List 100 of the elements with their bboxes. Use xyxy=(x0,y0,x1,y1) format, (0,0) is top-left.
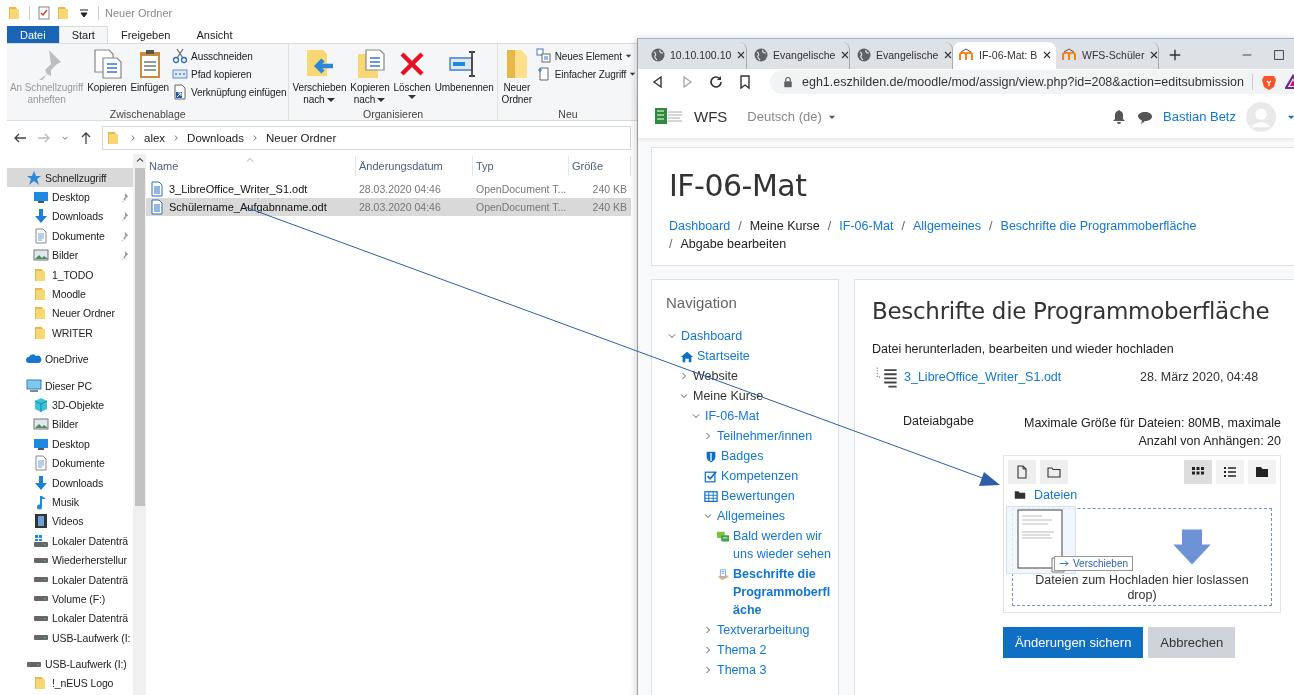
column-header[interactable]: Größe xyxy=(569,156,631,176)
reload-icon[interactable] xyxy=(708,74,724,91)
nav-link[interactable]: Badges xyxy=(721,447,834,465)
nav-link[interactable]: Kompetenzen xyxy=(721,467,834,485)
ribbon-button[interactable]: Pfad kopieren xyxy=(172,66,287,82)
file-row[interactable]: Schülername_Aufgabnname.odt 28.03.2020 04:46 OpenDocument T... 240 KB xyxy=(146,198,631,216)
browser-tab[interactable]: WFS-Schüler xyxy=(1056,41,1159,69)
nav-item[interactable]: Dokumente xyxy=(7,453,133,473)
nav-link[interactable]: Startseite xyxy=(697,347,834,365)
ribbon-button[interactable]: Neuer Ordner xyxy=(499,46,534,108)
ribbon-button[interactable]: Kopieren nach xyxy=(349,46,391,108)
column-header[interactable]: Name xyxy=(146,156,356,176)
ribbon-button[interactable]: Verknüpfung einfügen xyxy=(172,84,287,100)
nav-link[interactable]: Beschrifte die Programmoberfläche xyxy=(733,565,834,619)
path-segment[interactable]: Neuer Ordner xyxy=(266,131,337,144)
column-header[interactable]: Typ xyxy=(473,156,569,176)
view-toggle[interactable] xyxy=(1184,460,1212,484)
nav-item[interactable]: USB-Laufwerk (I:) xyxy=(7,654,133,674)
add-file-button[interactable] xyxy=(1008,460,1036,484)
nav-link[interactable]: Allgemeines xyxy=(717,507,834,525)
address-bar[interactable]: alex Downloads Neuer Ordner xyxy=(102,125,631,150)
cancel-button[interactable]: Abbrechen xyxy=(1148,627,1236,658)
new-tab-icon[interactable] xyxy=(1168,47,1182,62)
house-icon xyxy=(680,350,694,364)
url-field[interactable]: egh1.eszhilden.de/moodle/mod/assign/view.php?id=208&action=editsubmission xyxy=(770,70,1294,95)
ribbon-button[interactable]: Ausschneiden xyxy=(172,48,287,64)
browser-tab[interactable]: Evangelische xyxy=(747,41,850,69)
nav-item[interactable]: Wiederherstellur xyxy=(7,550,133,570)
ribbon-tab[interactable]: Ansicht xyxy=(183,26,246,43)
nav-item[interactable]: Desktop xyxy=(7,434,133,454)
nav-item[interactable]: Lokaler Datenträ xyxy=(7,531,133,551)
nav-item[interactable]: Moodle xyxy=(7,284,133,304)
nav-item[interactable]: Schnellzugriff xyxy=(7,168,133,188)
breadcrumb-link[interactable]: Dashboard xyxy=(669,219,731,233)
nav-item[interactable]: !_nEUS Logo xyxy=(7,673,133,694)
nav-item[interactable]: Lokaler Datenträ xyxy=(7,608,133,628)
view-toggle[interactable] xyxy=(1248,460,1276,484)
file-row[interactable]: 3_LibreOffice_Writer_S1.odt 28.03.2020 04:46 OpenDocument T... 240 KB xyxy=(146,180,631,198)
nav-link[interactable]: Teilnehmer/innen xyxy=(717,427,834,445)
nav-item[interactable]: Dieser PC xyxy=(7,375,133,396)
nav-item[interactable]: WRITER xyxy=(7,323,133,343)
nav-item[interactable]: OneDrive xyxy=(7,349,133,369)
scrollbar[interactable] xyxy=(133,154,146,695)
nav-item[interactable]: 3D-Objekte xyxy=(7,395,133,415)
ribbon-button[interactable]: Verschieben nach xyxy=(291,46,348,108)
properties-icon[interactable] xyxy=(36,5,52,21)
breadcrumb-link[interactable]: Beschrifte die Programmoberfläche xyxy=(1000,219,1197,233)
create-folder-button[interactable] xyxy=(1040,460,1068,484)
path-segment[interactable]: Downloads xyxy=(187,131,244,144)
nav-link[interactable]: Bald werden wir uns wieder sehen xyxy=(733,527,834,563)
ribbon-tab[interactable]: Freigeben xyxy=(107,26,184,43)
file-name: 3_LibreOffice_Writer_S1.odt xyxy=(169,183,308,195)
nav-item[interactable]: Neuer Ordner xyxy=(7,303,133,324)
maximize-icon[interactable] xyxy=(1272,47,1286,62)
column-header[interactable]: Änderungsdatum xyxy=(356,156,473,176)
computer-icon xyxy=(26,377,42,394)
nav-item[interactable]: Downloads xyxy=(7,472,133,493)
file-menu-tab[interactable]: Datei xyxy=(7,26,59,43)
ribbon-button[interactable]: Umbenennen xyxy=(433,46,495,96)
ribbon-tab[interactable]: Start xyxy=(58,26,108,43)
nav-item[interactable]: Meine Kurse xyxy=(693,387,834,405)
nav-item[interactable]: Downloads xyxy=(7,206,133,227)
nav-item[interactable]: Bilder xyxy=(7,414,133,435)
nav-link[interactable]: Bewertungen xyxy=(721,487,834,505)
nav-link[interactable]: Dashboard xyxy=(681,327,834,345)
ribbon-button[interactable]: Einfügen xyxy=(129,46,171,96)
nav-link[interactable]: Textverarbeitung xyxy=(717,621,834,639)
ribbon-button[interactable]: Kopieren xyxy=(86,46,128,96)
file-link[interactable]: 3_LibreOffice_Writer_S1.odt xyxy=(904,370,1134,384)
notification-icon[interactable] xyxy=(1111,108,1127,125)
ribbon-button[interactable]: Löschen xyxy=(392,46,432,102)
view-toggle[interactable] xyxy=(1216,460,1244,484)
nav-item[interactable]: Dokumente xyxy=(7,226,133,246)
nav-item[interactable]: USB-Laufwerk (I: xyxy=(7,628,133,648)
nav-item[interactable]: 1_TODO xyxy=(7,264,133,285)
breadcrumb-link[interactable]: Allgemeines xyxy=(913,219,982,233)
nav-item[interactable]: Lokaler Datenträ xyxy=(7,569,133,590)
browser-tab[interactable]: IF-06-Mat: B xyxy=(953,41,1056,69)
nav-link[interactable]: Thema 2 xyxy=(717,641,834,659)
user-name[interactable]: Bastian Betz xyxy=(1163,109,1236,125)
nav-item[interactable]: Videos xyxy=(7,511,133,532)
nav-item[interactable]: Bilder xyxy=(7,245,133,265)
site-name[interactable]: WFS xyxy=(694,108,728,126)
add-file-icon xyxy=(1014,464,1030,480)
nav-item[interactable]: Desktop xyxy=(7,187,133,207)
nav-link[interactable]: Thema 3 xyxy=(717,661,834,679)
nav-item[interactable]: Volume (F:) xyxy=(7,589,133,609)
bookmark-icon[interactable] xyxy=(737,74,753,91)
folder-link[interactable]: Dateien xyxy=(1034,488,1078,502)
language-menu[interactable]: Deutsch (de) xyxy=(747,109,837,125)
save-button[interactable]: Änderungen sichern xyxy=(1003,627,1144,658)
path-segment[interactable]: alex xyxy=(144,131,166,144)
browser-tab[interactable]: 10.10.100.10 xyxy=(644,41,747,69)
shortcut-icon xyxy=(172,84,189,100)
ribbon-button[interactable]: Neues Element xyxy=(535,48,637,64)
nav-item[interactable]: Musik xyxy=(7,492,133,512)
shield-icon[interactable] xyxy=(1260,74,1277,91)
breadcrumb-link[interactable]: IF-06-Mat xyxy=(839,219,894,233)
nav-link[interactable]: IF-06-Mat xyxy=(705,407,834,425)
ribbon-button[interactable]: Einfacher Zugriff xyxy=(535,66,637,82)
